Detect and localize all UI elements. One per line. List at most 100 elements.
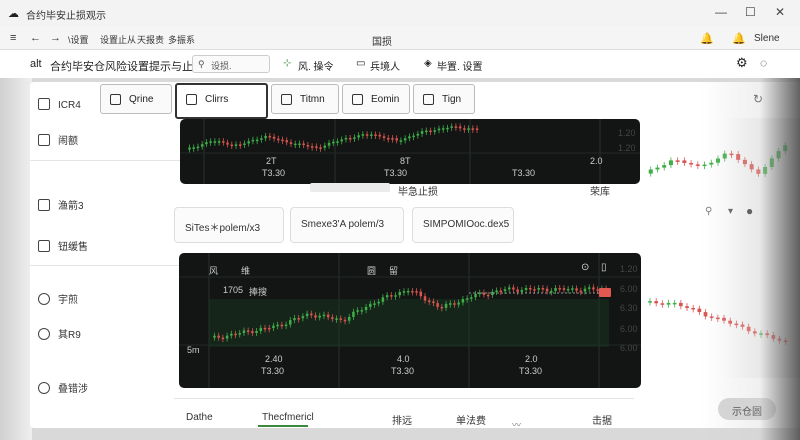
nav-tab-report[interactable]: 天报责 — [137, 33, 164, 46]
candle-body — [427, 300, 431, 303]
footer-col: 排远 — [392, 416, 412, 427]
candle-body — [242, 330, 246, 334]
footer-col: Dathe — [186, 412, 213, 423]
candle-body — [550, 290, 553, 293]
candle-body — [352, 311, 355, 317]
candle-body — [716, 317, 720, 320]
candle-body — [268, 135, 272, 138]
candle-body — [583, 288, 587, 292]
gear-icon[interactable]: ⚙ — [736, 55, 748, 71]
candle-body — [685, 306, 689, 308]
candle-body — [255, 331, 258, 334]
avatar[interactable]: ● — [746, 204, 753, 218]
candle-body — [277, 138, 280, 141]
clock-icon[interactable]: ⊙ — [581, 262, 589, 273]
tab-eomin[interactable]: Eomin — [342, 84, 410, 114]
candle-body — [340, 139, 343, 142]
close-button[interactable]: ✕ — [775, 5, 785, 19]
tab-titmn[interactable]: Titmn — [271, 84, 339, 114]
maximize-button[interactable]: ☐ — [745, 5, 756, 19]
candle-body — [654, 301, 659, 304]
chart-1[interactable]: 2T 8T 2.0 T3.30 T3.30 T3.30 — [180, 119, 640, 184]
bookmark-icon[interactable]: ▯ — [601, 262, 607, 273]
candle-body — [695, 164, 700, 166]
candle-body — [406, 290, 410, 293]
candle-body — [238, 144, 242, 146]
footer-col: 击据 — [592, 416, 612, 427]
candle-body — [668, 160, 673, 166]
tab-qrine[interactable]: Qrine — [100, 84, 172, 114]
minimize-button[interactable]: — — [715, 5, 727, 19]
filter-icon[interactable]: ⚲ — [705, 206, 712, 217]
candle-body — [221, 337, 225, 340]
toolbar-action-wind[interactable]: 风. 操令 — [298, 58, 334, 73]
candle-body — [722, 153, 727, 159]
candle-body — [272, 136, 276, 139]
candle-body — [783, 340, 788, 343]
user-name[interactable]: Slene — [754, 33, 780, 44]
show-position-button[interactable]: 示仓圆 — [718, 398, 776, 420]
back-button[interactable]: ← — [30, 32, 41, 44]
alert-icon[interactable]: 🔔 — [732, 32, 746, 45]
candle-body — [420, 131, 424, 134]
search-placeholder: 设损. — [211, 61, 232, 71]
candle-body — [293, 143, 297, 146]
footer-col: Thecfmericl — [262, 412, 314, 423]
candle-body — [377, 301, 380, 304]
sidebar-item-add[interactable]: 渔箭3 — [38, 197, 84, 212]
candle-body — [343, 319, 347, 322]
scroll-track[interactable] — [310, 183, 390, 192]
nav-tab-stop[interactable]: 设置止从 — [100, 33, 136, 46]
chart-2-tick: 2.40 — [265, 354, 283, 364]
sidebar-item-icr4[interactable]: ICR4 — [38, 98, 81, 111]
sidebar-item-history[interactable]: 叠错涉 — [38, 380, 88, 395]
refresh-icon[interactable]: ↻ — [753, 92, 763, 106]
footer-col: 单法费 — [456, 416, 486, 427]
tab-tign[interactable]: Tign — [413, 84, 475, 114]
nav-tab-multi[interactable]: 多振系 — [168, 33, 195, 46]
candle-body — [364, 306, 368, 311]
chat-icon[interactable]: ◌ — [760, 56, 767, 70]
right-axis-label: 6.30 — [620, 303, 638, 313]
sidebar-item-chart[interactable]: 钮缓售 — [38, 238, 88, 253]
candle-body — [196, 146, 200, 149]
candle-body — [753, 331, 757, 334]
shield-icon: ◈ — [424, 58, 432, 69]
candle-body — [373, 303, 376, 305]
chevron-down-icon[interactable]: ▾ — [728, 206, 733, 217]
candle-body — [234, 333, 237, 336]
candle-body — [222, 141, 225, 143]
forward-button[interactable]: → — [50, 32, 61, 44]
candle-body — [403, 138, 407, 141]
candle-body — [545, 288, 549, 292]
sidebar-item-clock[interactable]: 其R9 — [38, 326, 81, 341]
chart-2[interactable]: 风 维 圆 留 ⊙ ▯ 1705 捧搜 5m 2.40 4.0 2.0 T3.3… — [179, 253, 641, 388]
candle-body — [205, 142, 208, 145]
candle-body — [230, 144, 234, 147]
candle-body — [566, 288, 570, 291]
candle-body — [454, 126, 458, 128]
candle-body — [579, 290, 583, 293]
search-input[interactable]: ⚲ 设损. — [192, 55, 270, 73]
candle-body — [596, 289, 599, 291]
tab-clirrs[interactable]: Clirrs — [175, 83, 268, 119]
nav-tab-settings[interactable]: \设置 — [68, 33, 89, 46]
candle-body — [444, 303, 448, 308]
sidebar-item-doc[interactable]: 闹额 — [38, 132, 78, 147]
menu-icon[interactable]: ≡ — [10, 32, 16, 44]
strategy-card[interactable]: SIMPOMIOoc.dex5 — [412, 207, 514, 243]
tab-label: Qrine — [129, 94, 154, 105]
strategy-card[interactable]: SiTes＊polem/x3 — [174, 207, 284, 243]
candle-body — [200, 144, 204, 147]
candle-body — [332, 141, 335, 144]
toolbar-action-person[interactable]: 兵境人 — [370, 58, 400, 73]
candle-body — [728, 320, 733, 324]
sidebar-item-person[interactable]: 宇煎 — [38, 291, 78, 306]
candle-body — [458, 126, 462, 129]
strategy-card[interactable]: Smexe3'A polem/3 — [290, 207, 404, 243]
toolbar-action-settings[interactable]: 毕置. 设置 — [437, 58, 483, 73]
candle-body — [306, 145, 310, 147]
candle-body — [709, 162, 714, 165]
notification-icon[interactable]: 🔔 — [700, 32, 714, 45]
candle-body — [423, 296, 427, 301]
